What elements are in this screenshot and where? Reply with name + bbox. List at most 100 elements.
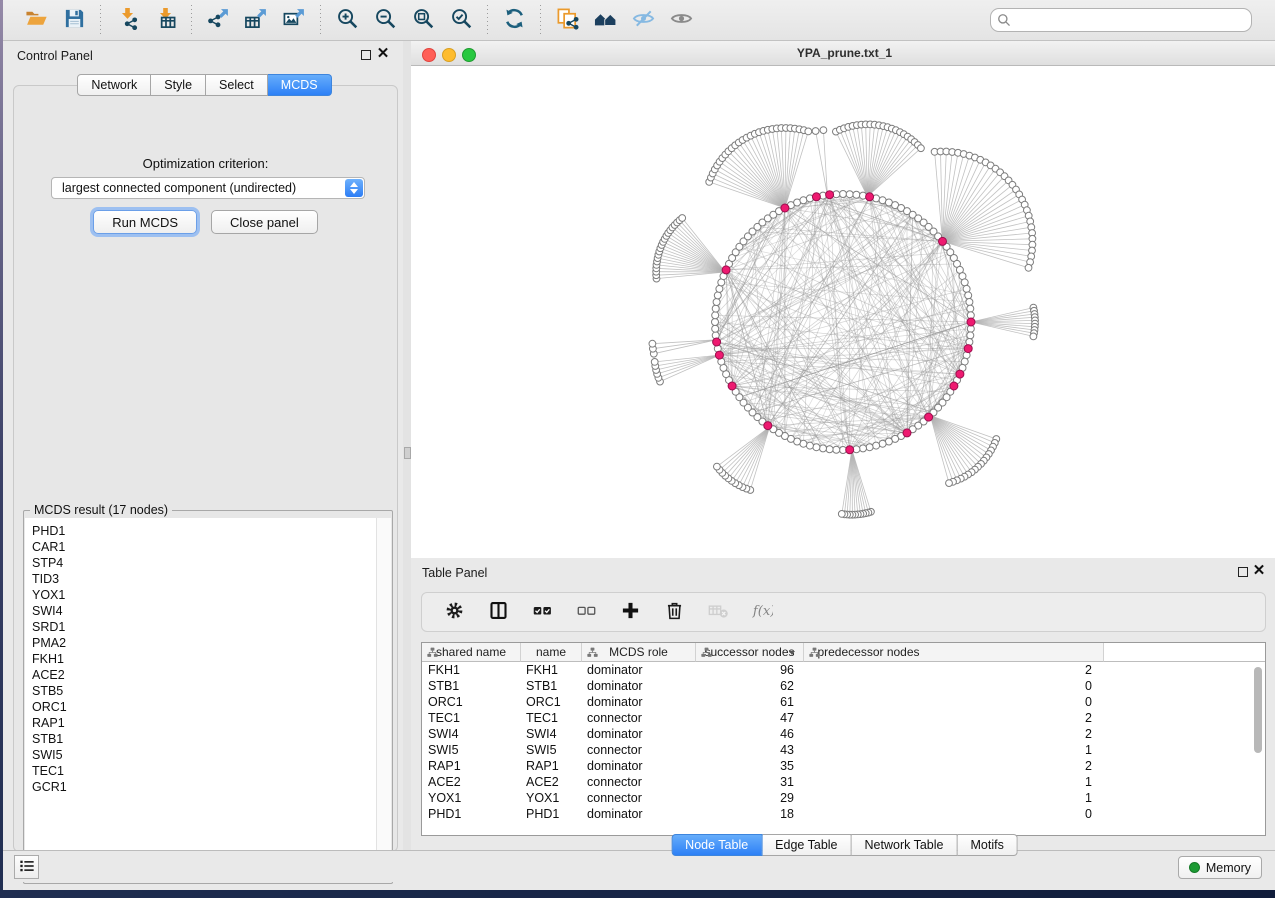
cell	[1104, 806, 1265, 822]
toolbar-separator	[100, 5, 101, 35]
import-table-button[interactable]	[148, 5, 182, 35]
result-node-item[interactable]: SWI5	[32, 747, 376, 763]
control-panel-close-icon[interactable]: ✕	[375, 45, 391, 63]
column-header-MCDS-role[interactable]: MCDS role	[582, 643, 696, 662]
cell	[1104, 662, 1265, 678]
add-column-button[interactable]	[610, 596, 650, 628]
refresh-layout-button[interactable]	[497, 5, 531, 35]
add-column-icon	[620, 600, 641, 624]
table-scrollbar-thumb[interactable]	[1254, 667, 1262, 753]
zoom-selected-icon	[450, 7, 473, 33]
zoom-in-icon	[336, 7, 359, 33]
tab-select[interactable]: Select	[206, 74, 268, 96]
export-table-button[interactable]	[239, 5, 273, 35]
cell: connector	[582, 710, 696, 726]
tab-mcds[interactable]: MCDS	[268, 74, 332, 96]
cell: FKH1	[521, 662, 582, 678]
cell: PHD1	[422, 806, 521, 822]
table-row[interactable]: ACE2ACE2connector311	[422, 774, 1265, 790]
table-row[interactable]: ORC1ORC1dominator610	[422, 694, 1265, 710]
shared-column-icon	[426, 646, 439, 662]
search-input[interactable]	[990, 8, 1252, 32]
refresh-layout-icon	[503, 7, 526, 33]
table-panel-float-button[interactable]	[1238, 567, 1248, 577]
main-toolbar	[3, 0, 1275, 41]
table-row[interactable]: STB1STB1dominator620	[422, 678, 1265, 694]
column-header-name[interactable]: name	[521, 643, 582, 662]
save-session-button[interactable]	[57, 5, 91, 35]
split-columns-button[interactable]	[478, 596, 518, 628]
criterion-dropdown[interactable]: largest connected component (undirected)	[51, 177, 365, 199]
tab-network-table[interactable]: Network Table	[852, 834, 958, 856]
hide-details-button[interactable]	[626, 5, 660, 35]
tab-motifs[interactable]: Motifs	[957, 834, 1017, 856]
zoom-selected-button[interactable]	[444, 5, 478, 35]
tab-network[interactable]: Network	[77, 74, 151, 96]
column-header-successor-nodes[interactable]: successor nodes	[696, 643, 804, 662]
import-network-button[interactable]	[110, 5, 144, 35]
splitter-grip-icon	[404, 447, 411, 459]
network-graph[interactable]	[411, 66, 1275, 558]
console-log-button[interactable]	[14, 855, 39, 879]
table-row[interactable]: SWI5SWI5connector431	[422, 742, 1265, 758]
result-node-item[interactable]: STP4	[32, 555, 376, 571]
show-details-button[interactable]	[664, 5, 698, 35]
tab-style[interactable]: Style	[151, 74, 206, 96]
result-node-item[interactable]: TID3	[32, 571, 376, 587]
open-file-icon	[25, 7, 48, 33]
zoom-in-button[interactable]	[330, 5, 364, 35]
mcds-result-list[interactable]: PHD1CAR1STP4TID3YOX1SWI4SRD1PMA2FKH1ACE2…	[25, 518, 376, 881]
result-node-item[interactable]: PMA2	[32, 635, 376, 651]
result-node-item[interactable]: STB5	[32, 683, 376, 699]
export-network-button[interactable]	[201, 5, 235, 35]
select-all-rows-icon	[532, 600, 553, 624]
export-image-button[interactable]	[277, 5, 311, 35]
result-node-item[interactable]: FKH1	[32, 651, 376, 667]
result-node-item[interactable]: STB1	[32, 731, 376, 747]
run-mcds-button[interactable]: Run MCDS	[93, 210, 197, 234]
select-all-rows-button[interactable]	[522, 596, 562, 628]
table-row[interactable]: YOX1YOX1connector291	[422, 790, 1265, 806]
column-header-predecessor-nodes[interactable]: predecessor nodes	[804, 643, 1104, 662]
table-row[interactable]: RAP1RAP1dominator352	[422, 758, 1265, 774]
result-node-item[interactable]: YOX1	[32, 587, 376, 603]
result-node-item[interactable]: SRD1	[32, 619, 376, 635]
zoom-out-button[interactable]	[368, 5, 402, 35]
result-node-item[interactable]: RAP1	[32, 715, 376, 731]
result-node-item[interactable]: PHD1	[32, 523, 376, 539]
duplicate-network-button[interactable]	[550, 5, 584, 35]
delete-column-button[interactable]	[654, 596, 694, 628]
open-file-button[interactable]	[19, 5, 53, 35]
zoom-fit-button[interactable]	[406, 5, 440, 35]
cell	[1104, 742, 1265, 758]
result-node-item[interactable]: TEC1	[32, 763, 376, 779]
memory-button[interactable]: Memory	[1178, 856, 1262, 879]
column-header-shared-name[interactable]: shared name	[422, 643, 521, 662]
result-node-item[interactable]: CAR1	[32, 539, 376, 555]
sort-menu-icon[interactable]	[789, 651, 795, 655]
result-list-scrollbar[interactable]	[376, 518, 391, 881]
table-scrollbar[interactable]	[1253, 665, 1263, 833]
result-node-item[interactable]: GCR1	[32, 779, 376, 795]
deselect-all-rows-button[interactable]	[566, 596, 606, 628]
delete-column-icon	[664, 600, 685, 624]
list-icon	[19, 858, 35, 877]
tab-node-table[interactable]: Node Table	[671, 834, 762, 856]
cell: 31	[696, 774, 804, 790]
table-settings-gear-button[interactable]	[434, 596, 474, 628]
cell: dominator	[582, 694, 696, 710]
tab-edge-table[interactable]: Edge Table	[762, 834, 851, 856]
table-row[interactable]: TEC1TEC1connector472	[422, 710, 1265, 726]
result-node-item[interactable]: ORC1	[32, 699, 376, 715]
close-panel-button[interactable]: Close panel	[211, 210, 318, 234]
control-panel-float-button[interactable]	[361, 50, 371, 60]
first-neighbors-button[interactable]	[588, 5, 622, 35]
cell: dominator	[582, 806, 696, 822]
result-node-item[interactable]: SWI4	[32, 603, 376, 619]
table-panel-close-icon[interactable]: ✕	[1251, 562, 1267, 580]
result-node-item[interactable]: ACE2	[32, 667, 376, 683]
network-window-titlebar[interactable]: YPA_prune.txt_1	[411, 41, 1275, 66]
table-row[interactable]: FKH1FKH1dominator962	[422, 662, 1265, 678]
table-row[interactable]: PHD1PHD1dominator180	[422, 806, 1265, 822]
table-row[interactable]: SWI4SWI4dominator462	[422, 726, 1265, 742]
